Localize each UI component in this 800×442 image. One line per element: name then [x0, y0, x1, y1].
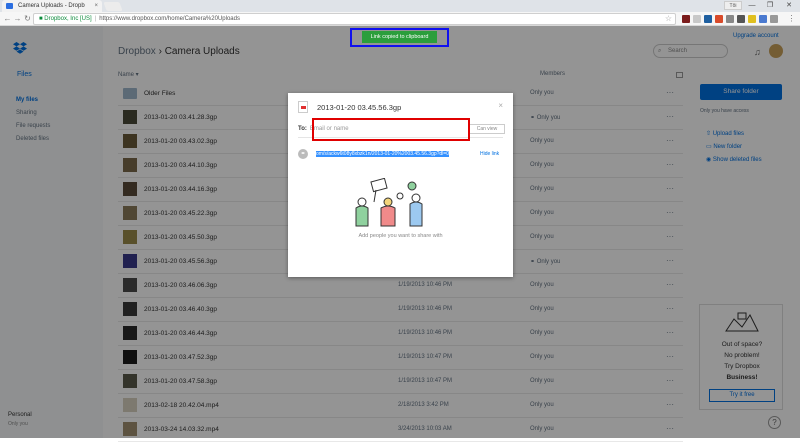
dialog-close-icon[interactable]: × — [498, 101, 503, 110]
permission-dropdown[interactable]: Can view — [469, 124, 505, 134]
address-bar[interactable]: ■ Dropbox, Inc [US] | https://www.dropbox.… — [33, 13, 676, 25]
extension-icon[interactable] — [693, 15, 701, 23]
extension-icon[interactable] — [759, 15, 767, 23]
extension-icon[interactable] — [704, 15, 712, 23]
extension-icon[interactable] — [715, 15, 723, 23]
profile-chip[interactable]: Tôi — [724, 1, 742, 10]
tab-title: Camera Uploads - Dropb — [18, 3, 85, 9]
close-window-button[interactable]: ✕ — [781, 0, 797, 11]
extension-icon[interactable] — [726, 15, 734, 23]
dialog-title: 2013-01-20 03.45.56.3gp — [317, 103, 402, 112]
dropbox-app: Files My files Sharing File requests Del… — [0, 26, 800, 442]
people-sharing-illustration-icon — [355, 178, 423, 227]
share-link-field[interactable]: om/s/ackw6t08y8xbzk1n/2013-01-20%2003.45… — [316, 149, 463, 159]
lock-icon: ■ — [39, 16, 43, 22]
minimize-button[interactable]: — — [744, 0, 760, 11]
maximize-button[interactable]: ❐ — [762, 0, 778, 11]
new-tab-button[interactable] — [103, 2, 123, 11]
url-text: https://www.dropbox.com/home/Camera%20Up… — [99, 16, 240, 22]
bookmark-star-icon[interactable]: ☆ — [665, 14, 672, 24]
link-icon: ⚭ — [298, 149, 308, 159]
reload-button[interactable]: ↻ — [22, 13, 33, 25]
dialog-caption: Add people you want to share with — [358, 233, 443, 239]
extension-icon[interactable] — [682, 15, 690, 23]
share-link-text: om/s/ackw6t08y8xbzk1n/2013-01-20%2003.45… — [316, 151, 450, 157]
video-file-icon — [298, 101, 308, 113]
extension-icon[interactable] — [748, 15, 756, 23]
browser-tab[interactable]: Camera Uploads - Dropb × — [2, 0, 102, 12]
browser-menu-icon[interactable]: ⋮ — [786, 13, 797, 25]
hide-link-button[interactable]: Hide link — [480, 151, 499, 157]
dropbox-favicon-icon — [6, 3, 13, 9]
browser-toolbar: ← → ↻ ■ Dropbox, Inc [US] | https://www.dr… — [0, 12, 800, 26]
annotation-blue-box — [350, 28, 449, 47]
extension-icon[interactable] — [737, 15, 745, 23]
extension-icon[interactable] — [770, 15, 778, 23]
annotation-red-box — [312, 118, 470, 141]
site-identity: Dropbox, Inc [US] — [44, 16, 92, 22]
browser-tabbar: Camera Uploads - Dropb × Tôi — ❐ ✕ — [0, 0, 800, 12]
tab-close-icon[interactable]: × — [94, 0, 98, 12]
